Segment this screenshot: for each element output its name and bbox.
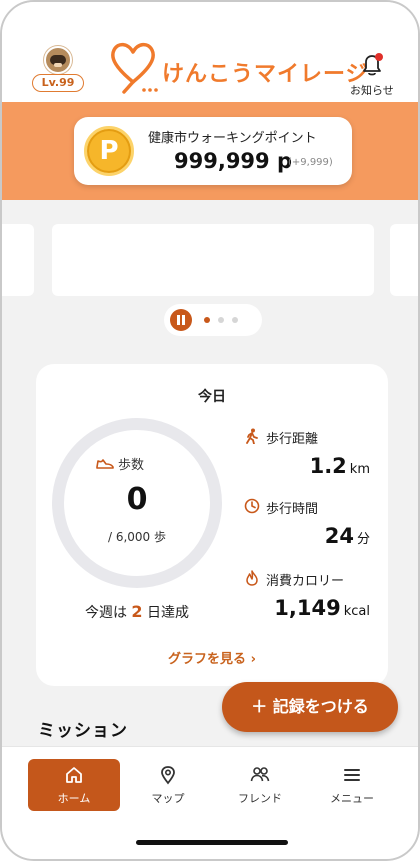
pager-dot-3[interactable]: [232, 317, 238, 323]
home-indicator: [136, 840, 288, 845]
steps-goal: / 6,000 歩: [107, 530, 167, 544]
banner-next[interactable]: [390, 224, 418, 296]
app-header: Lv.99 けんこうマイレージ お知らせ: [2, 2, 418, 102]
nav-home[interactable]: ホーム: [28, 759, 120, 811]
pager-dot-1[interactable]: [204, 317, 210, 323]
points-card[interactable]: P 健康市ウォーキングポイント 999,999 p (+9,999): [74, 117, 352, 185]
nav-map-label: マップ: [151, 792, 185, 805]
time-value: 24 分: [325, 524, 370, 548]
nav-friends[interactable]: フレンド: [214, 759, 306, 811]
bell-icon[interactable]: [358, 52, 386, 78]
points-label: 健康市ウォーキングポイント: [148, 131, 317, 146]
banner-current[interactable]: [52, 224, 374, 296]
shoe-icon: [96, 459, 114, 469]
banner-prev[interactable]: [2, 224, 34, 296]
steps-value: 0: [126, 482, 148, 517]
flame-icon: [246, 570, 258, 586]
sloth-avatar-icon: [44, 46, 72, 74]
menu-icon: [344, 769, 360, 781]
calories-value: 1,149 kcal: [274, 596, 370, 620]
points-value: 999,999 p: [174, 149, 292, 173]
week-suffix: 日達成: [147, 605, 190, 621]
distance-unit: km: [349, 462, 370, 477]
mission-title: ミッション: [38, 721, 128, 741]
time-unit: 分: [356, 532, 370, 547]
steps-label-text: 歩数: [118, 458, 145, 473]
week-prefix: 今週は: [84, 605, 127, 621]
nav-menu[interactable]: メニュー: [306, 759, 398, 811]
add-record-button[interactable]: ＋ 記録をつける: [222, 682, 398, 732]
pager-dot-2[interactable]: [218, 317, 224, 323]
time-label: 歩行時間: [266, 502, 319, 517]
nav-map[interactable]: マップ: [122, 759, 214, 811]
view-graph-link[interactable]: グラフを見る ›: [36, 648, 388, 667]
nav-friends-label: フレンド: [238, 792, 282, 805]
steps-label: 歩数: [96, 454, 144, 473]
time-number: 24: [324, 524, 354, 548]
home-icon: [66, 767, 82, 783]
week-days: 2: [131, 602, 143, 621]
distance-number: 1.2: [309, 454, 347, 478]
pause-icon[interactable]: [170, 309, 192, 331]
heart-logo-icon: [111, 42, 158, 94]
walking-icon: [246, 428, 258, 444]
points-delta: (+9,999): [288, 157, 333, 168]
nav-menu-label: メニュー: [330, 792, 374, 805]
carousel-pager: [164, 304, 262, 336]
week-achievement: 今週は 2 日達成: [50, 602, 224, 622]
phone-screen: Lv.99 けんこうマイレージ お知らせ P 健康市ウォーキングポイント 999…: [0, 0, 420, 861]
nav-home-label: ホーム: [57, 792, 91, 805]
calories-number: 1,149: [274, 596, 341, 620]
today-title: 今日: [198, 389, 226, 405]
clock-icon: [244, 498, 260, 514]
app-title: けんこうマイレージ: [162, 62, 369, 87]
calories-unit: kcal: [343, 604, 370, 619]
distance-label: 歩行距離: [266, 432, 319, 447]
today-card: 今日 歩数 0 / 6,000 歩 今週は 2 日達成 歩行距離 1.2 km 歩…: [36, 364, 388, 686]
calories-label: 消費カロリー: [266, 574, 345, 589]
friends-icon: [250, 767, 270, 782]
notification-label[interactable]: お知らせ: [350, 82, 394, 98]
points-coin-icon: P: [84, 126, 134, 176]
distance-value: 1.2 km: [310, 454, 370, 478]
level-badge: Lv.99: [32, 74, 84, 92]
map-pin-icon: [161, 766, 175, 785]
